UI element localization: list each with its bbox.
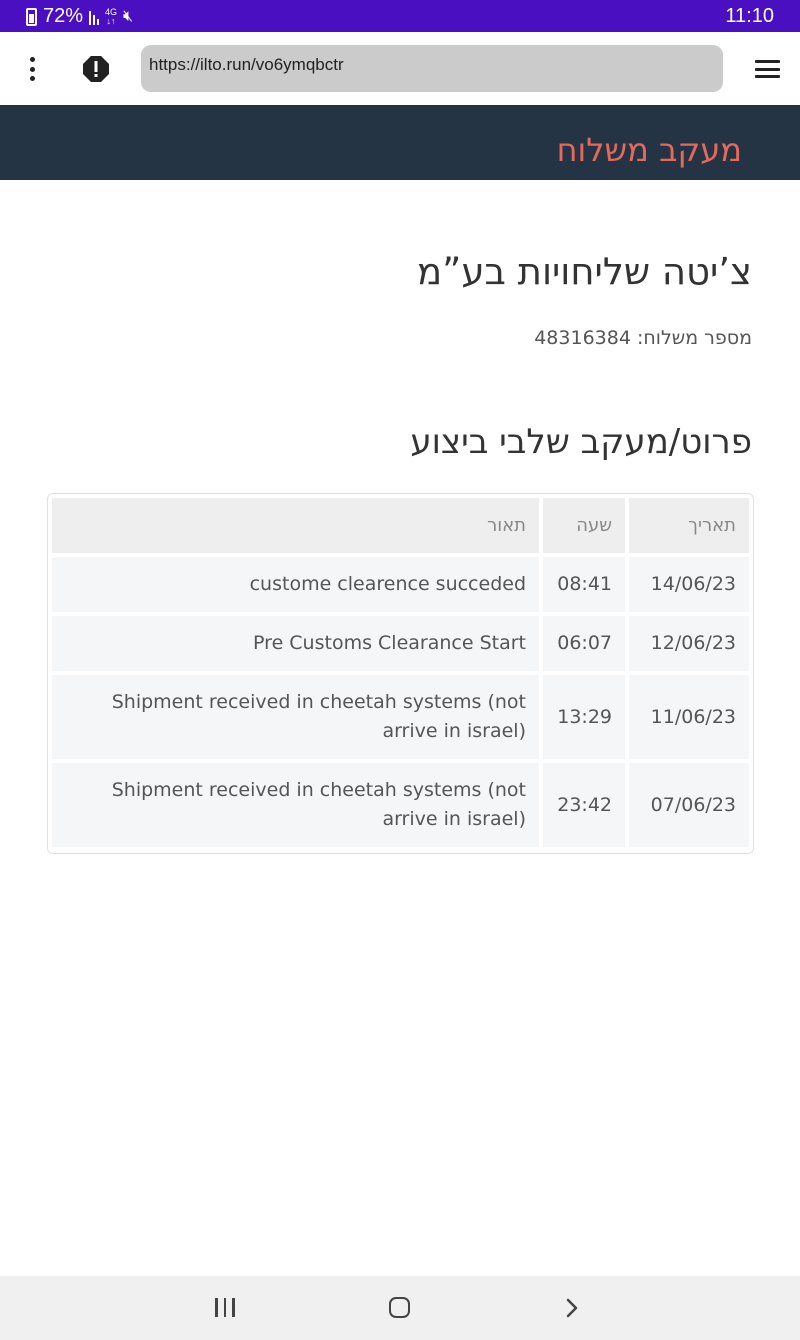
recents-icon[interactable]	[215, 1298, 235, 1317]
row-date: 14/06/23	[629, 557, 749, 612]
row-date: 12/06/23	[629, 616, 749, 671]
table-header-row: תאריך שעה תאור	[52, 498, 749, 553]
clock: 11:10	[725, 5, 774, 27]
table-row: 12/06/23 06:07 Pre Customs Clearance Sta…	[52, 616, 749, 671]
home-icon[interactable]	[389, 1297, 410, 1318]
header-title: מעקב משלוח	[556, 131, 742, 169]
tracking-section-title: פרוט/מעקב שלבי ביצוע	[410, 422, 752, 462]
row-description: Shipment received in cheetah systems (no…	[52, 675, 539, 759]
table-row: 07/06/23 23:42 Shipment received in chee…	[52, 763, 749, 847]
alert-icon[interactable]	[82, 55, 110, 83]
row-date: 11/06/23	[629, 675, 749, 759]
table-row: 14/06/23 08:41 custome clearence succede…	[52, 557, 749, 612]
row-time: 06:07	[543, 616, 625, 671]
company-name: צ’יטה שליחויות בע”מ	[417, 250, 752, 293]
row-date: 07/06/23	[629, 763, 749, 847]
browser-toolbar: https://ilto.run/vo6ymqbctr	[0, 32, 800, 105]
row-time: 13:29	[543, 675, 625, 759]
hamburger-menu-icon[interactable]	[755, 60, 780, 78]
url-bar[interactable]: https://ilto.run/vo6ymqbctr	[141, 45, 723, 92]
row-description: Pre Customs Clearance Start	[52, 616, 539, 671]
battery-icon	[26, 7, 37, 26]
column-header-description: תאור	[52, 498, 539, 553]
tracking-table: תאריך שעה תאור 14/06/23 08:41 custome cl…	[47, 493, 754, 854]
signal-icon	[89, 9, 100, 25]
network-type: 4G ↓↑	[105, 6, 118, 26]
row-time: 08:41	[543, 557, 625, 612]
more-vert-icon[interactable]	[22, 54, 42, 84]
site-header: מעקב משלוח	[0, 105, 800, 180]
table-row: 11/06/23 13:29 Shipment received in chee…	[52, 675, 749, 759]
row-description: custome clearence succeded	[52, 557, 539, 612]
row-description: Shipment received in cheetah systems (no…	[52, 763, 539, 847]
status-bar: 72% 4G ↓↑ 🔇︎ 11:10	[0, 0, 800, 32]
battery-level: 72%	[43, 5, 84, 27]
status-icons: 72% 4G ↓↑ 🔇︎	[26, 5, 133, 28]
system-nav-bar	[0, 1276, 800, 1340]
row-time: 23:42	[543, 763, 625, 847]
back-icon[interactable]	[562, 1298, 580, 1318]
mute-icon: 🔇︎	[123, 7, 134, 25]
shipment-number: מספר משלוח: 48316384	[534, 327, 752, 349]
column-header-date: תאריך	[629, 498, 749, 553]
column-header-time: שעה	[543, 498, 625, 553]
